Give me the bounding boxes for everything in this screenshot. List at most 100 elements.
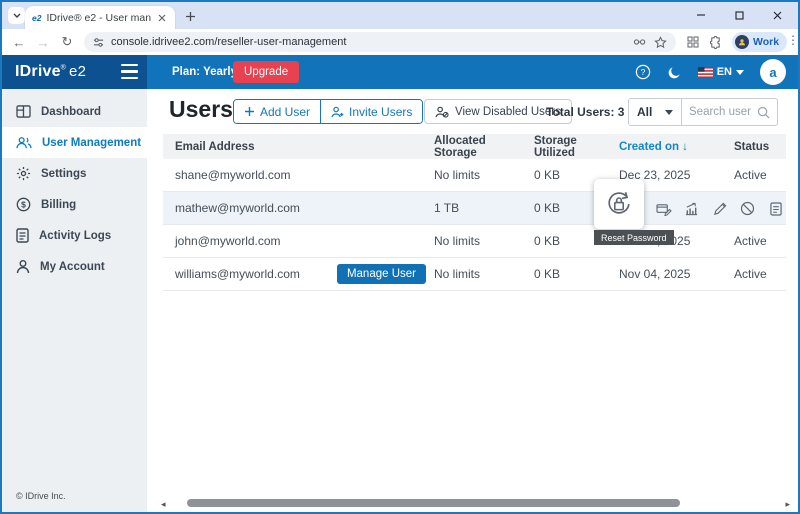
reset-password-button[interactable]: [594, 179, 644, 229]
table-row[interactable]: john@myworld.com No limits 0 KB Dec 23, …: [163, 225, 786, 258]
us-flag-icon: [698, 67, 713, 78]
tune-icon[interactable]: [93, 37, 104, 48]
user-email: shane@myworld.com: [163, 168, 430, 182]
table-header: Email Address Allocated Storage Storage …: [163, 134, 786, 159]
gear-icon: [16, 166, 31, 181]
users-icon: [16, 136, 32, 149]
plus-icon: [244, 106, 255, 117]
reset-password-tooltip: Reset Password: [594, 230, 674, 245]
forward-button[interactable]: →: [34, 33, 52, 51]
user-logs-icon[interactable]: [767, 200, 784, 217]
disable-user-icon[interactable]: [739, 200, 756, 217]
filter-value: All: [637, 105, 652, 119]
sidebar-item-activity-logs[interactable]: Activity Logs: [2, 220, 147, 251]
add-user-button[interactable]: Add User: [234, 100, 320, 123]
page-title: Users: [169, 96, 233, 123]
scroll-left-icon[interactable]: ◂: [161, 499, 166, 510]
sidebar-item-user-management[interactable]: User Management: [2, 127, 147, 158]
manage-user-button[interactable]: Manage User: [337, 264, 426, 284]
dollar-icon: $: [16, 197, 31, 212]
tab-close-icon[interactable]: [156, 12, 168, 24]
total-users-label: Total Users: 3: [546, 105, 624, 119]
user-email: john@myworld.com: [163, 234, 430, 248]
url-text: console.idrivee2.com/reseller-user-manag…: [111, 36, 346, 48]
created-on: Nov 04, 2025: [615, 267, 730, 281]
browser-window: e2 IDrive® e2 - User management ← → ↻ co…: [0, 0, 800, 514]
users-table: Email Address Allocated Storage Storage …: [163, 134, 786, 291]
col-allocated: Allocated Storage: [430, 135, 530, 159]
back-button[interactable]: ←: [10, 33, 28, 51]
bookmark-star-icon[interactable]: [654, 36, 667, 49]
browser-menu-icon[interactable]: ⋮: [787, 33, 799, 47]
tab-strip: e2 IDrive® e2 - User management: [2, 2, 798, 29]
table-row-hovered[interactable]: mathew@myworld.com 1 TB 0 KB: [163, 192, 786, 225]
search-input[interactable]: [689, 106, 753, 118]
col-status: Status: [730, 141, 786, 153]
invite-users-button[interactable]: Invite Users: [320, 100, 422, 123]
sidebar: Dashboard User Management Settings $ Bil…: [2, 89, 147, 512]
storage-utilized: 0 KB: [530, 267, 615, 281]
edit-pencil-icon[interactable]: [711, 200, 728, 217]
sidebar-item-label: Settings: [41, 168, 86, 180]
sidebar-item-label: My Account: [40, 261, 105, 273]
log-icon: [16, 228, 29, 243]
maximize-button[interactable]: [720, 2, 758, 28]
close-button[interactable]: [758, 2, 796, 28]
col-email: Email Address: [163, 141, 430, 153]
horizontal-scrollbar[interactable]: ◂ ▸: [161, 498, 790, 509]
user-email-cell: williams@myworld.com Manage User: [163, 264, 430, 284]
sidebar-item-label: Activity Logs: [39, 230, 111, 242]
window-controls: [682, 2, 796, 28]
password-key-icon[interactable]: [633, 36, 647, 48]
edit-storage-icon[interactable]: [655, 200, 672, 217]
scroll-right-icon[interactable]: ▸: [785, 499, 790, 510]
col-created-sort[interactable]: Created on↓: [615, 141, 730, 153]
hamburger-menu-icon[interactable]: [121, 64, 138, 79]
sidebar-item-settings[interactable]: Settings: [2, 158, 147, 189]
sort-down-icon: ↓: [682, 141, 688, 153]
upgrade-button[interactable]: Upgrade: [233, 61, 299, 83]
sidebar-item-dashboard[interactable]: Dashboard: [2, 96, 147, 127]
address-bar[interactable]: console.idrivee2.com/reseller-user-manag…: [84, 32, 676, 52]
allocated-storage: No limits: [430, 234, 530, 248]
browser-tab[interactable]: e2 IDrive® e2 - User management: [25, 6, 175, 29]
sidebar-item-my-account[interactable]: My Account: [2, 251, 147, 282]
status-label: Active: [730, 168, 786, 182]
filter-search-group: All: [628, 98, 778, 126]
help-icon[interactable]: ?: [635, 64, 651, 80]
tab-title: IDrive® e2 - User management: [46, 12, 151, 24]
profile-avatar-icon: [735, 35, 749, 49]
browser-profile-chip[interactable]: Work: [732, 32, 787, 52]
new-tab-button[interactable]: [183, 9, 197, 23]
language-selector[interactable]: EN: [698, 66, 744, 78]
reload-button[interactable]: ↻: [58, 33, 76, 51]
search-icon[interactable]: [757, 106, 770, 119]
status-label: Active: [730, 267, 786, 281]
minimize-button[interactable]: [682, 2, 720, 28]
reset-password-icon: [604, 189, 634, 219]
svg-text:?: ?: [640, 67, 645, 77]
language-label: EN: [717, 66, 732, 78]
site-favicon: e2: [32, 13, 41, 23]
sidebar-item-label: User Management: [42, 137, 141, 149]
chevron-down-icon: [13, 13, 21, 18]
tab-search-button[interactable]: [8, 7, 25, 24]
browser-grid-icon[interactable]: [685, 34, 701, 50]
sidebar-item-billing[interactable]: $ Billing: [2, 189, 147, 220]
svg-text:$: $: [21, 200, 26, 210]
table-row[interactable]: shane@myworld.com No limits 0 KB Dec 23,…: [163, 159, 786, 192]
user-filter-dropdown[interactable]: All: [629, 99, 682, 125]
logo-block: IDrive®e2: [2, 55, 147, 89]
scrollbar-thumb[interactable]: [187, 499, 680, 507]
col-utilized: Storage Utilized: [530, 135, 615, 159]
dark-mode-moon-icon[interactable]: [667, 65, 682, 80]
account-avatar[interactable]: a: [760, 59, 786, 85]
allocated-storage: 1 TB: [430, 201, 530, 215]
app-header: IDrive®e2 Plan: Yearly (50 TB) Upgrade ?…: [2, 55, 798, 89]
usage-stats-icon[interactable]: [683, 200, 700, 217]
table-row[interactable]: williams@myworld.com Manage User No limi…: [163, 258, 786, 291]
extensions-puzzle-icon[interactable]: [707, 34, 723, 50]
header-right-cluster: ? EN a: [635, 55, 786, 89]
person-icon: [16, 259, 30, 274]
caret-down-icon: [665, 110, 673, 115]
